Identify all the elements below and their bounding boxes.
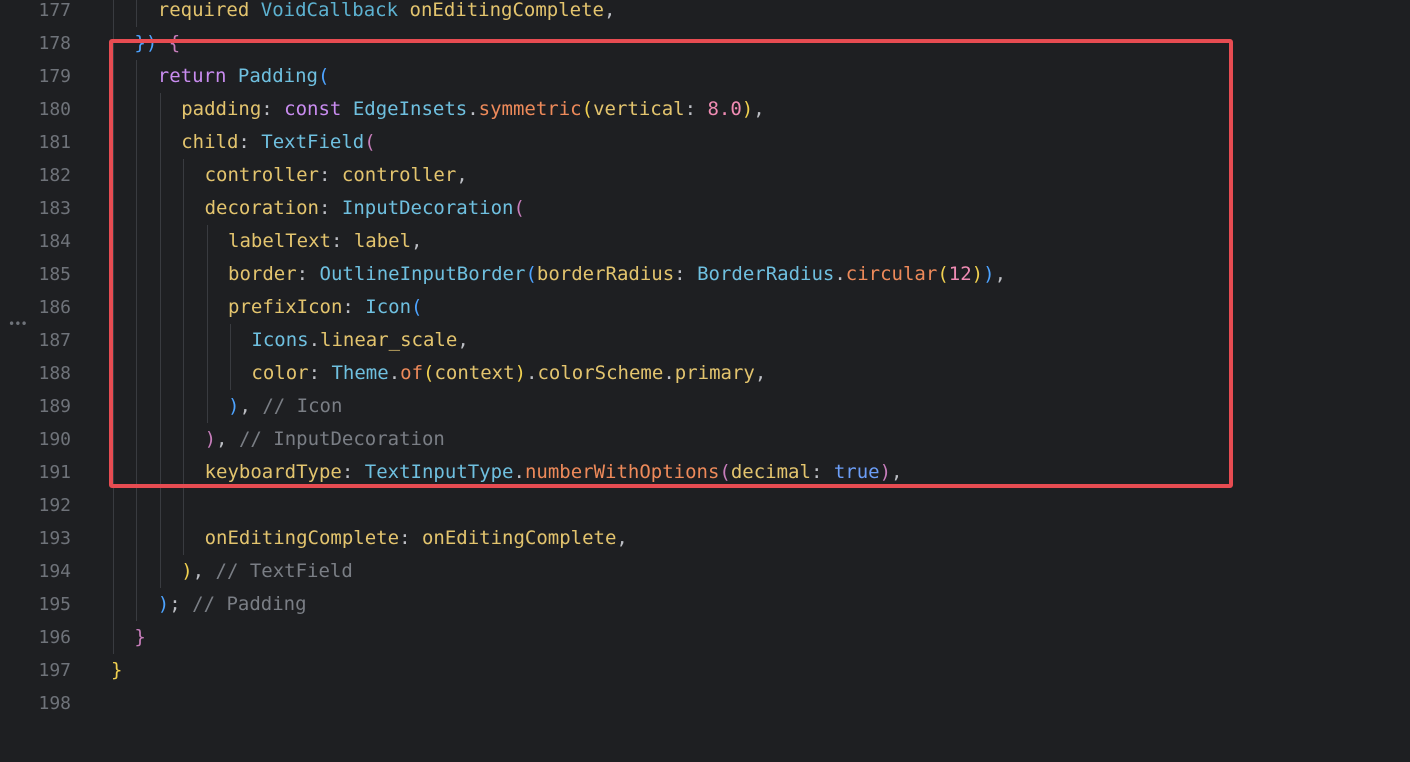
code-token: // Padding (192, 593, 307, 615)
indent-guide (113, 522, 114, 555)
indent-guide (159, 522, 161, 555)
indent-guide (159, 489, 161, 522)
line-number: 193 (38, 528, 71, 549)
code-token: onEditingComplete (204, 527, 400, 549)
code-text: ), // TextField (181, 555, 353, 588)
indent-guide (136, 588, 138, 621)
line-number: 177 (38, 0, 71, 21)
highlight-box (109, 39, 1233, 488)
line-number: 196 (38, 627, 71, 648)
code-token: // TextField (215, 560, 353, 582)
code-token: onEditingComplete (421, 527, 617, 549)
code-token: , (603, 0, 616, 21)
code-token: , (616, 527, 628, 549)
indent-guide (113, 621, 114, 654)
code-token: } (134, 626, 146, 648)
line-number: 178 (38, 33, 71, 54)
code-token: required (157, 0, 250, 21)
indent-guide (136, 0, 138, 27)
code-text: onEditingComplete: onEditingComplete, (205, 522, 628, 555)
line-number: 191 (38, 462, 71, 483)
line-number: 182 (38, 165, 71, 186)
indent-guide (113, 489, 114, 522)
line-number: 189 (38, 396, 71, 417)
code-token: , (192, 560, 216, 582)
line-number: 184 (38, 231, 71, 252)
code-text: } (134, 621, 145, 654)
code-token: onEditingComplete (409, 0, 604, 21)
line-number: 185 (38, 264, 71, 285)
line-number: 190 (38, 429, 71, 450)
code-text: ); // Padding (158, 588, 307, 621)
code-token: } (111, 659, 123, 681)
line-number: 179 (38, 66, 71, 87)
code-text: } (111, 654, 122, 687)
line-number: 181 (38, 132, 71, 153)
indent-guide (113, 588, 114, 621)
code-token: ) (181, 560, 193, 582)
indent-guide (183, 489, 185, 522)
indent-guide (113, 0, 114, 27)
indent-guide (136, 489, 138, 522)
indent-guide (113, 555, 114, 588)
line-number: 188 (38, 363, 71, 384)
line-number: 192 (38, 495, 71, 516)
line-number: 197 (38, 660, 71, 681)
indent-guide (159, 555, 161, 588)
line-number: 194 (38, 561, 71, 582)
code-token: : (399, 527, 422, 549)
line-number: 180 (38, 99, 71, 120)
line-number: 198 (38, 693, 71, 714)
code-editor[interactable]: 177 required VoidCallback onEditingComple… (0, 0, 1410, 762)
line-number: 183 (38, 198, 71, 219)
indent-guide (136, 522, 138, 555)
line-number: 195 (38, 594, 71, 615)
code-text: required VoidCallback onEditingComplete, (158, 0, 616, 27)
indent-guide (136, 555, 138, 588)
code-token: ; (169, 593, 193, 615)
code-token: ) (157, 593, 170, 615)
code-token: VoidCallback (260, 0, 399, 21)
indent-guide (183, 522, 185, 555)
fold-marker-icon[interactable]: ••• (8, 318, 32, 330)
